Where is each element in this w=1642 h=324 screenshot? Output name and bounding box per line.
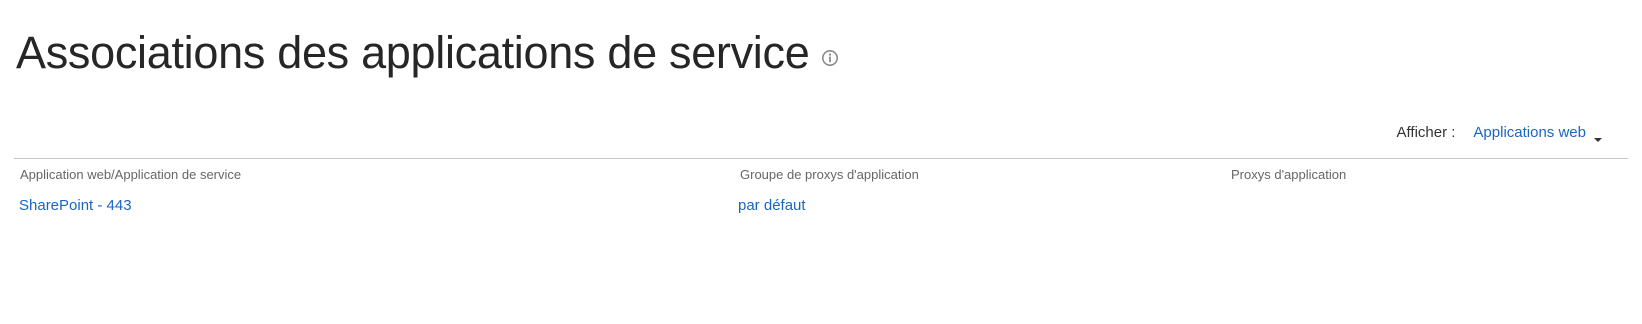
header-divider — [14, 158, 1628, 159]
caret-down-icon[interactable] — [1594, 130, 1602, 142]
view-label: Afficher : — [1396, 124, 1456, 141]
column-header-proxies: Proxys d'application — [1231, 167, 1347, 182]
web-application-link[interactable]: SharePoint - 443 — [19, 197, 132, 214]
title-row: Associations des applications de service — [16, 26, 839, 80]
view-dropdown[interactable]: Applications web — [1473, 124, 1602, 142]
view-selector: Afficher : Applications web — [1396, 124, 1602, 142]
column-header-proxy-group: Groupe de proxys d'application — [740, 167, 919, 182]
proxy-group-link[interactable]: par défaut — [738, 197, 806, 214]
info-icon[interactable] — [821, 49, 839, 67]
page-title: Associations des applications de service — [16, 27, 810, 78]
view-dropdown-value[interactable]: Applications web — [1473, 124, 1586, 141]
column-header-web-application: Application web/Application de service — [20, 167, 242, 182]
